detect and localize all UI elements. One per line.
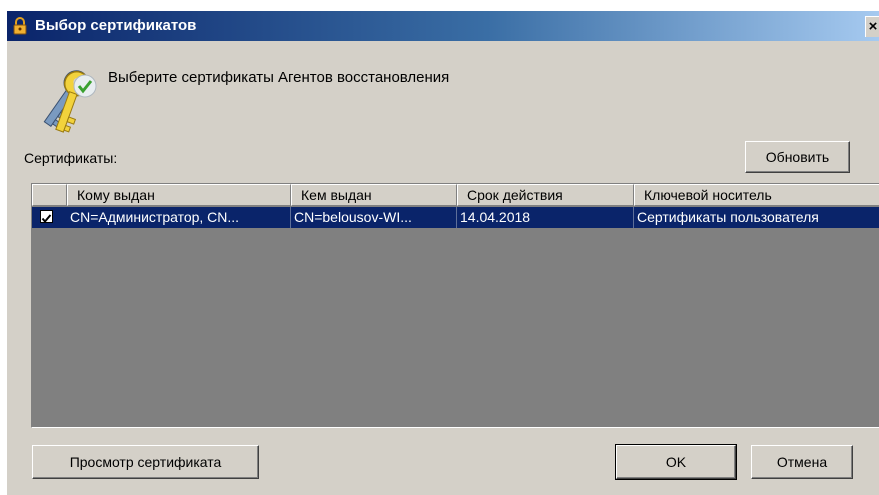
certificates-list[interactable]: Кому выдан Кем выдан Срок действия Ключе… [31, 183, 879, 428]
column-header-valid-until[interactable]: Срок действия [457, 184, 634, 206]
lock-icon [13, 17, 27, 35]
cell-issued-by: CN=belousov-WI... [291, 207, 457, 228]
refresh-button[interactable]: Обновить [745, 141, 850, 173]
row-checkbox[interactable] [40, 210, 53, 224]
close-icon: × [868, 18, 878, 35]
instruction-text: Выберите сертификаты Агентов восстановле… [108, 69, 450, 86]
cell-key-storage: Сертификаты пользователя [637, 209, 819, 225]
ok-button[interactable]: OK [615, 444, 737, 480]
column-header-key-storage[interactable]: Ключевой носитель [634, 184, 879, 206]
column-header-issued-to[interactable]: Кому выдан [67, 184, 291, 206]
list-header: Кому выдан Кем выдан Срок действия Ключе… [32, 184, 879, 206]
view-certificate-button[interactable]: Просмотр сертификата [32, 445, 259, 479]
column-header-checkbox[interactable] [32, 184, 67, 206]
cancel-button[interactable]: Отмена [751, 445, 853, 479]
close-button[interactable]: × [865, 16, 879, 37]
title-bar[interactable]: Выбор сертификатов × [7, 11, 879, 41]
table-row[interactable]: CN=Администратор, CN... CN=belousov-WI..… [32, 207, 879, 228]
certificates-label: Сертификаты: [24, 150, 118, 166]
keys-check-icon [43, 70, 97, 133]
column-header-issued-by[interactable]: Кем выдан [291, 184, 457, 206]
cell-issued-to: CN=Администратор, CN... [67, 207, 291, 228]
certificate-selection-dialog: Выбор сертификатов × Выберите сертификат… [6, 11, 879, 495]
cell-valid-until: 14.04.2018 [457, 207, 634, 228]
checkmark-icon [41, 214, 52, 224]
dialog-title: Выбор сертификатов [35, 17, 197, 34]
